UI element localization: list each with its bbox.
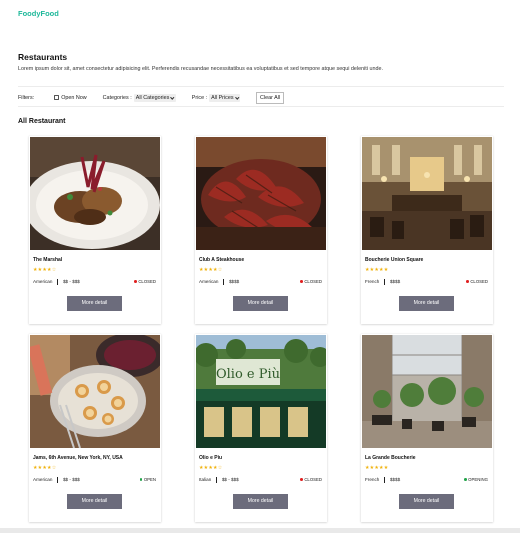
separator (57, 279, 58, 285)
restaurant-name: The Marshal (33, 257, 63, 263)
open-now-checkbox[interactable] (54, 95, 60, 100)
scallops-dish-photo (30, 335, 160, 448)
page-title: Restaurants (18, 52, 68, 62)
rating-stars: ★★★★☆ (33, 465, 57, 471)
price-label: Price : (191, 94, 208, 101)
more-detail-button[interactable]: More detail (399, 494, 454, 509)
brand-logo[interactable]: FoodyFood (18, 9, 59, 18)
restaurant-card: Boucherie Union Square ★★★★★ French $$$$ … (361, 136, 493, 324)
restaurant-name: Olio e Piu (199, 455, 223, 461)
separator (57, 477, 58, 483)
more-detail-button[interactable]: More detail (233, 296, 288, 311)
restaurant-card: Club A Steakhouse ★★★★☆ American $$$$ CLO… (195, 136, 327, 324)
category: American (199, 279, 219, 284)
restaurant-name: Boucherie Union Square (365, 257, 424, 263)
status-dot-icon (463, 478, 467, 481)
price-select[interactable]: All Prices (209, 93, 241, 102)
restaurant-meta: Italian $$ - $$$ (199, 477, 239, 483)
separator (216, 477, 217, 483)
rating-stars: ★★★★☆ (199, 465, 223, 471)
section-title: All Restaurant (18, 118, 66, 125)
restaurant-name: Jams, 6th Avenue, New York, NY, USA (33, 455, 123, 461)
open-now-filter[interactable]: Open Now (54, 94, 87, 101)
sliced-steak-photo (196, 137, 326, 250)
status-badge: CLOSED (134, 279, 156, 284)
separator (384, 279, 385, 285)
category: French (365, 279, 380, 284)
status-badge: CLOSED (466, 279, 488, 284)
more-detail-button[interactable]: More detail (233, 494, 288, 509)
price-range: $$$$ (389, 477, 401, 482)
more-detail-button[interactable]: More detail (67, 494, 122, 509)
svg-text:Olio e Più: Olio e Più (216, 367, 280, 382)
status-badge: OPEN (139, 477, 156, 482)
more-detail-button[interactable]: More detail (67, 296, 122, 311)
status-text: OPENING (468, 477, 488, 482)
separator (384, 477, 385, 483)
rating-stars: ★★★★★ (365, 267, 389, 273)
restaurant-card: La Grande Boucherie ★★★★★ French $$$$ OPE… (361, 334, 493, 522)
categories-value: All Categories (135, 94, 170, 101)
page-description: Lorem ipsum dolor sit, amet consectetur … (18, 66, 383, 72)
rating-stars: ★★★★☆ (199, 267, 223, 273)
restaurant-meta: American $$ - $$$ (33, 477, 80, 483)
status-text: CLOSED (304, 279, 322, 284)
categories-select[interactable]: All Categories (133, 93, 176, 102)
category: American (33, 279, 53, 284)
price-range: $$$$ (389, 279, 401, 284)
restaurant-name: La Grande Boucherie (365, 455, 416, 461)
price-range: $$ - $$$ (63, 477, 80, 482)
restaurant-meta: American $$ - $$$ (33, 279, 80, 285)
status-dot-icon (466, 280, 469, 283)
status-badge: OPENING (463, 477, 488, 482)
category: American (33, 477, 53, 482)
chevron-down-icon (235, 94, 239, 99)
restaurant-interior-photo (362, 137, 492, 250)
plated-meat-photo (30, 137, 160, 250)
status-badge: CLOSED (300, 279, 322, 284)
clear-all-button[interactable]: Clear All (256, 91, 285, 104)
horizontal-scrollbar[interactable] (0, 528, 520, 533)
status-text: CLOSED (470, 279, 488, 284)
status-text: CLOSED (304, 477, 322, 482)
rating-stars: ★★★★★ (365, 465, 389, 471)
restaurant-meta: French $$$$ (365, 477, 400, 483)
categories-filter: Categories : All Categories (102, 93, 176, 102)
filters-label: Filters: (18, 94, 35, 101)
filter-bar: Filters: Open Now Categories : All Categ… (18, 91, 285, 104)
status-dot-icon (134, 280, 137, 283)
category: French (365, 477, 380, 482)
status-text: OPEN (143, 477, 156, 482)
chevron-down-icon (170, 94, 175, 99)
price-filter: Price : All Prices (191, 93, 241, 102)
atrium-dining-photo (362, 335, 492, 448)
restaurant-card: Jams, 6th Avenue, New York, NY, USA ★★★★… (29, 334, 161, 522)
more-detail-button[interactable]: More detail (399, 296, 454, 311)
divider (18, 86, 504, 87)
category: Italian (199, 477, 212, 482)
status-dot-icon (300, 280, 303, 283)
restaurant-card: Olio e Più Olio e Piu ★★★★☆ Italian $$ - … (195, 334, 327, 522)
status-text: CLOSED (138, 279, 156, 284)
rating-stars: ★★★★☆ (33, 267, 57, 273)
status-dot-icon (300, 478, 303, 481)
restaurant-meta: American $$$$ (199, 279, 239, 285)
divider (18, 106, 504, 107)
price-range: $$ - $$$ (63, 279, 80, 284)
storefront-photo: Olio e Più (196, 335, 326, 448)
restaurant-meta: French $$$$ (365, 279, 400, 285)
open-now-label: Open Now (61, 94, 87, 101)
restaurant-card: The Marshal ★★★★☆ American $$ - $$$ CLOSE… (29, 136, 161, 324)
restaurant-name: Club A Steakhouse (199, 257, 245, 263)
categories-label: Categories : (102, 94, 132, 101)
separator (223, 279, 224, 285)
status-badge: CLOSED (300, 477, 322, 482)
price-value: All Prices (211, 94, 234, 101)
status-dot-icon (139, 478, 143, 481)
price-range: $$$$ (229, 279, 240, 284)
price-range: $$ - $$$ (221, 477, 239, 482)
